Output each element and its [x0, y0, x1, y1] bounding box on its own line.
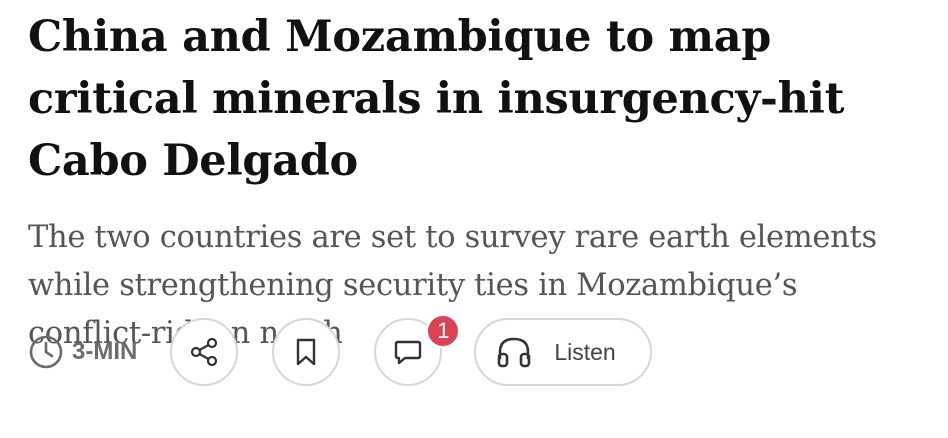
read-time: 3-MIN	[28, 334, 137, 370]
bookmark-icon	[297, 338, 316, 366]
headphones-icon	[498, 337, 531, 368]
comment-count-badge: 1	[426, 314, 461, 348]
listen-label: Listen	[554, 338, 616, 365]
article-header: China and Mozambique to map critical min…	[28, 0, 928, 358]
read-time-label: 3-MIN	[72, 338, 138, 365]
article-action-bar: 3-MIN 1 Listen	[28, 314, 653, 388]
share-icon	[191, 337, 218, 367]
headline: China and Mozambique to map critical min…	[28, 12, 845, 186]
listen-button[interactable]: Listen	[474, 318, 653, 386]
bookmark-button[interactable]	[272, 318, 341, 386]
clock-icon	[28, 334, 64, 370]
share-button[interactable]	[170, 318, 239, 386]
comment-icon	[395, 340, 422, 365]
comments-button[interactable]: 1	[374, 314, 461, 386]
